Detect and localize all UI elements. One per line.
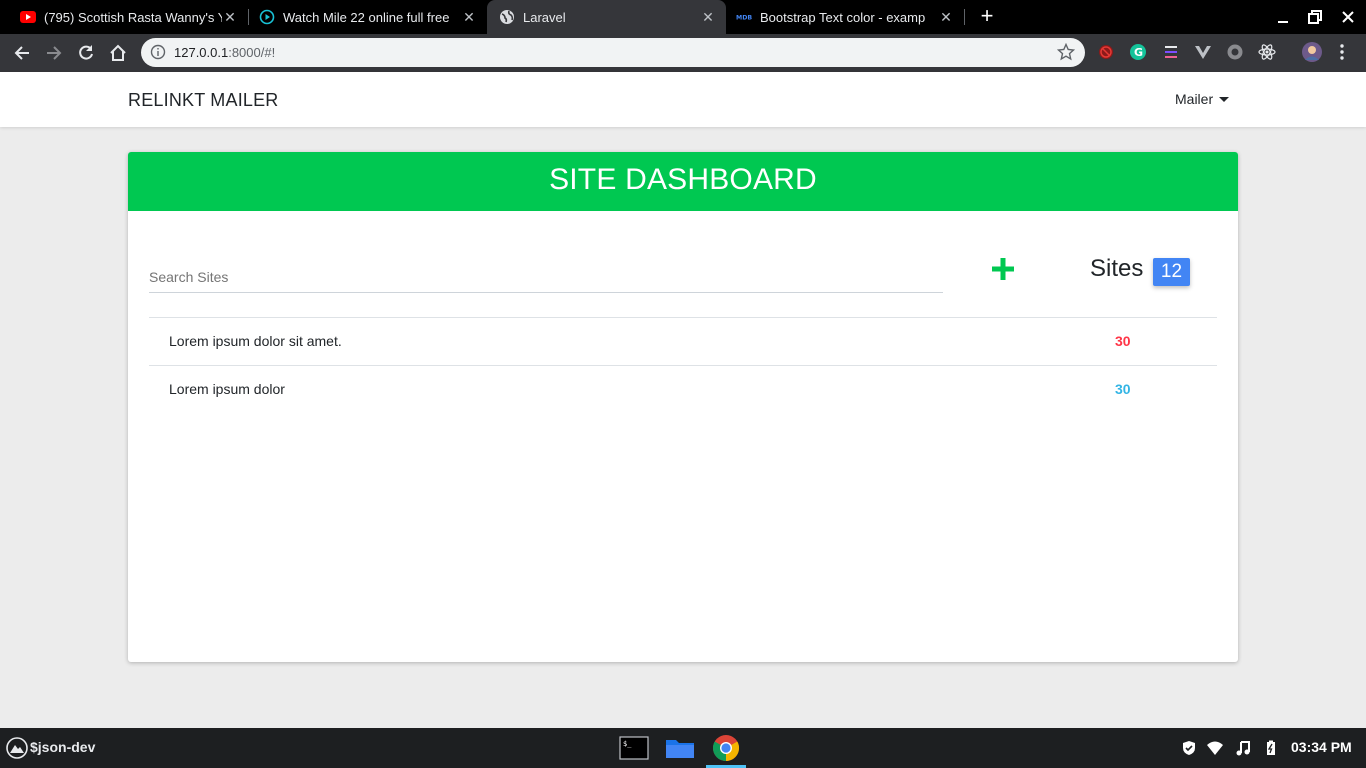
close-icon[interactable]: ✕: [222, 9, 238, 26]
youtube-icon: [20, 9, 36, 25]
chrome-menu-icon[interactable]: [1336, 43, 1348, 61]
music-icon[interactable]: [1235, 740, 1251, 756]
list-item[interactable]: Lorem ipsum dolor sit amet. 30: [149, 317, 1217, 365]
sites-label: Sites: [1090, 255, 1144, 282]
browser-tab[interactable]: MDB Bootstrap Text color - examp ✕: [726, 0, 964, 34]
close-icon[interactable]: ✕: [938, 9, 954, 26]
extension-circle-icon[interactable]: [1226, 43, 1244, 61]
globe-icon: [499, 9, 515, 25]
ublock-icon[interactable]: [1097, 43, 1115, 61]
terminal-icon[interactable]: $_: [618, 734, 650, 762]
vue-devtools-icon[interactable]: [1194, 43, 1212, 61]
minimize-icon[interactable]: [1273, 7, 1293, 27]
grammarly-icon[interactable]: G: [1129, 43, 1147, 61]
sites-list: Lorem ipsum dolor sit amet. 30 Lorem ips…: [149, 317, 1217, 413]
app-navbar: RELINKT MAILER Mailer: [0, 72, 1366, 127]
play-circle-icon: [259, 9, 275, 25]
home-icon[interactable]: [106, 41, 130, 65]
url-text[interactable]: 127.0.0.1:8000/#!: [174, 45, 275, 60]
close-icon[interactable]: ✕: [461, 9, 477, 26]
mailer-dropdown-label: Mailer: [1175, 91, 1214, 107]
search-input[interactable]: [149, 261, 943, 293]
restore-icon[interactable]: [1305, 7, 1325, 27]
brand-title[interactable]: RELINKT MAILER: [128, 90, 279, 111]
close-window-icon[interactable]: [1338, 7, 1358, 27]
star-icon[interactable]: [1056, 42, 1076, 61]
site-name: Lorem ipsum dolor: [169, 381, 285, 397]
stylus-icon[interactable]: [1162, 43, 1180, 61]
mailer-dropdown[interactable]: Mailer: [1175, 91, 1230, 107]
add-site-button[interactable]: [990, 256, 1016, 282]
site-count: 30: [1115, 381, 1131, 397]
url-host: 127.0.0.1: [174, 45, 229, 60]
tab-separator: [964, 9, 965, 25]
shield-icon[interactable]: [1181, 740, 1197, 756]
clock: 03:34 PM: [1291, 739, 1352, 755]
reload-icon[interactable]: [74, 41, 98, 65]
launcher-icon[interactable]: [6, 737, 28, 759]
new-tab-button[interactable]: +: [976, 5, 998, 28]
browser-tab[interactable]: Watch Mile 22 online full free ✕: [249, 0, 487, 34]
browser-tab-strip: (795) Scottish Rasta Wanny's Y ✕ Watch M…: [0, 0, 1366, 34]
files-icon[interactable]: [664, 734, 696, 762]
caret-down-icon: [1219, 96, 1230, 102]
battery-icon[interactable]: [1263, 740, 1279, 756]
mdb-icon: MDB: [736, 9, 752, 25]
react-devtools-icon[interactable]: [1258, 43, 1276, 61]
chrome-icon[interactable]: [710, 734, 742, 762]
svg-text:MDB: MDB: [736, 15, 752, 22]
sites-count-badge: 12: [1153, 258, 1190, 286]
browser-tab-active[interactable]: Laravel ✕: [487, 0, 726, 34]
url-path: :8000/#!: [228, 45, 276, 60]
dashboard-title: SITE DASHBOARD: [128, 152, 1238, 211]
forward-icon[interactable]: [42, 41, 66, 65]
browser-tab[interactable]: (795) Scottish Rasta Wanny's Y ✕: [0, 0, 248, 34]
tab-title: Laravel: [523, 9, 566, 25]
dashboard-card: SITE DASHBOARD Sites 12 Lorem ipsum dolo…: [128, 152, 1238, 662]
back-icon[interactable]: [10, 41, 34, 65]
svg-text:G: G: [1134, 46, 1143, 59]
tab-title: Watch Mile 22 online full free: [283, 9, 450, 25]
list-item[interactable]: Lorem ipsum dolor 30: [149, 365, 1217, 413]
info-icon[interactable]: [150, 44, 166, 60]
profile-avatar[interactable]: [1302, 42, 1322, 62]
plus-icon: [992, 258, 1014, 280]
address-bar[interactable]: 127.0.0.1:8000/#!: [141, 38, 1085, 67]
user-name: $json-dev: [30, 739, 96, 755]
svg-text:$_: $_: [623, 740, 632, 748]
tab-title: (795) Scottish Rasta Wanny's Y: [44, 9, 222, 25]
close-icon[interactable]: ✕: [700, 9, 716, 26]
wifi-icon[interactable]: [1207, 740, 1223, 756]
site-count: 30: [1115, 333, 1131, 349]
tab-title: Bootstrap Text color - examp: [760, 9, 926, 25]
os-taskbar: $json-dev $_ 03:34 PM: [0, 728, 1366, 768]
site-name: Lorem ipsum dolor sit amet.: [169, 333, 342, 349]
